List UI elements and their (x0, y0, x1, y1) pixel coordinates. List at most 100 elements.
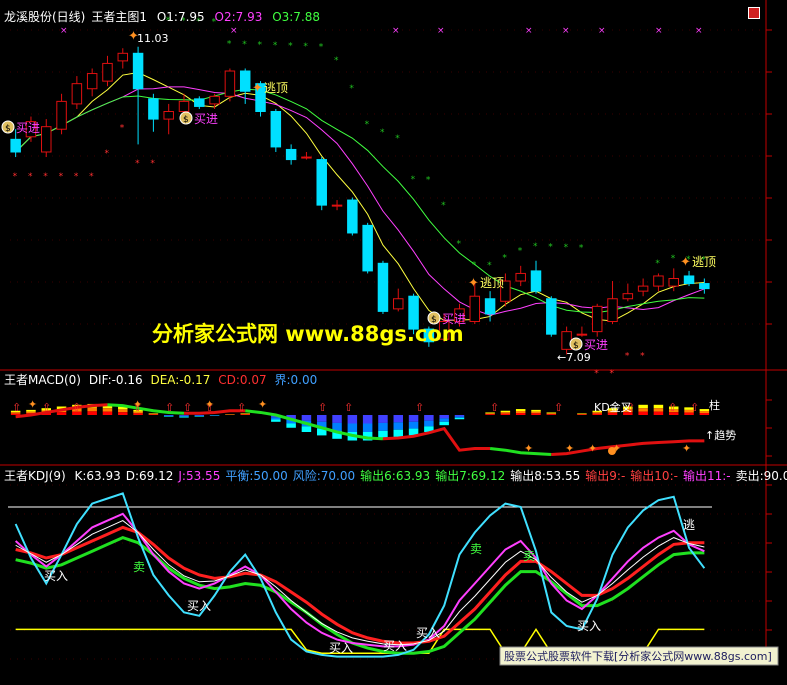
macd-bar (577, 414, 587, 415)
macd-bar (148, 414, 159, 415)
macd-bar (531, 413, 541, 415)
macd-bar (362, 423, 373, 432)
macd-bar (454, 416, 465, 418)
sar-dot: * (104, 149, 109, 159)
macd-bar (638, 404, 648, 409)
top-signal-label: 逃顶 (692, 255, 716, 269)
macd-bar (301, 426, 312, 432)
macd-bar (638, 408, 648, 412)
sar-dot: * (120, 124, 125, 134)
candle-body (132, 52, 144, 90)
top-marker: × (392, 26, 400, 36)
top-signal-label: 逃顶 (264, 81, 288, 95)
macd-bar (653, 408, 664, 412)
macd-bar (332, 415, 342, 423)
kdj-header-item: J:53.55 (177, 469, 220, 483)
kdj-header-item: 风险:70.00 (293, 468, 355, 483)
candle-body (331, 204, 343, 207)
up-arrow-icon: ⇧ (72, 401, 81, 414)
sar-dot: * (564, 243, 569, 253)
sar-dot: * (380, 128, 385, 138)
candle-body (530, 270, 542, 292)
macd-bar (163, 415, 174, 417)
kdj-sell-label: 卖 (133, 560, 145, 574)
sar-dot: * (303, 42, 308, 52)
kdj-top-label: 逃 (683, 518, 695, 532)
up-arrow-icon: ⇧ (237, 401, 246, 414)
top-marker: × (655, 26, 663, 36)
sar-dot: * (411, 175, 416, 185)
macd-bar (179, 416, 189, 418)
macd-bar (439, 421, 449, 426)
kdj-buy-label: 买入 (44, 569, 68, 583)
watermark-text: 分析家公式网 www.88gs.com (152, 322, 464, 346)
up-arrow-icon: ⇧ (12, 401, 21, 414)
macd-bar (378, 422, 388, 431)
candle-body (546, 298, 557, 335)
sar-dot: * (242, 40, 247, 50)
candle-body (148, 98, 159, 120)
orange-dot-icon (608, 447, 616, 455)
kdj-header-item: 输出10:- (630, 468, 678, 483)
kdj-header-item: 输出9:- (585, 468, 625, 483)
candle-body (668, 278, 679, 287)
macd-bar (454, 417, 465, 420)
candle-body (86, 73, 98, 90)
runner-icon: ✦ (565, 442, 574, 455)
sar-dot: * (258, 41, 263, 51)
macd-bar (118, 409, 128, 413)
sar-dot: * (395, 134, 400, 144)
macd-bar (500, 412, 511, 414)
macd-bar (454, 415, 465, 417)
close-icon[interactable] (748, 7, 760, 19)
macd-bar (653, 411, 664, 415)
up-arrow-icon: ⇧ (183, 401, 192, 414)
candle-body (285, 148, 297, 161)
kdj-header-item: D:69.12 (126, 469, 174, 483)
up-arrow-icon: ⇧ (415, 401, 424, 414)
money-bag-symbol: $ (5, 124, 11, 134)
sar-dot: * (74, 172, 79, 182)
up-arrow-icon: ⇧ (668, 401, 677, 414)
up-arrow-icon: ⇧ (165, 401, 174, 414)
macd-bar (531, 411, 541, 414)
kdj-buy-label: 买入 (187, 599, 211, 613)
macd-bar (515, 409, 526, 412)
macd-bar (531, 409, 541, 412)
macd-bar (485, 414, 495, 415)
macd-bar (699, 413, 710, 415)
runner-icon: ✦ (205, 398, 214, 411)
candle-body (270, 111, 282, 148)
low-price-label: ←7.09 (557, 351, 591, 364)
sar-dot: * (288, 42, 293, 52)
kd-cross-label: KD金叉 (594, 400, 632, 414)
top-signal-label: 逃顶 (480, 276, 504, 290)
sar-dot: * (533, 242, 538, 252)
macd-bar (393, 429, 404, 438)
sar-dot: * (625, 351, 630, 361)
zhu-label: 柱 (709, 398, 720, 412)
top-marker: × (437, 26, 445, 36)
macd-bar (194, 415, 205, 417)
kdj-buy-label: 买入 (416, 626, 440, 640)
sar-dot: * (89, 172, 94, 182)
macd-bar (439, 418, 449, 422)
macd-bar (163, 415, 174, 416)
buy-signal-label: 买进 (194, 112, 218, 126)
stock-chart-canvas: * * * * * * * * * * * * * * * * * * * * * * * * * * * * * * * * * * * * * * * *… (0, 0, 787, 685)
macd-bar (362, 415, 373, 424)
runner-icon: ✦ (680, 255, 691, 270)
runner-icon: ✦ (524, 442, 533, 455)
kdj-sell-label: 卖 (470, 542, 482, 556)
sar-dot: * (441, 201, 446, 211)
macd-bar (179, 415, 189, 417)
macd-bar (439, 415, 449, 419)
candle-body (41, 126, 52, 153)
macd-bar (699, 411, 710, 414)
runner-icon: ✦ (468, 276, 479, 291)
sar-dot: * (135, 159, 140, 169)
macd-bar (179, 415, 189, 416)
macd-bar (271, 417, 281, 420)
sar-dot: * (365, 120, 370, 130)
macd-bar (577, 413, 587, 415)
